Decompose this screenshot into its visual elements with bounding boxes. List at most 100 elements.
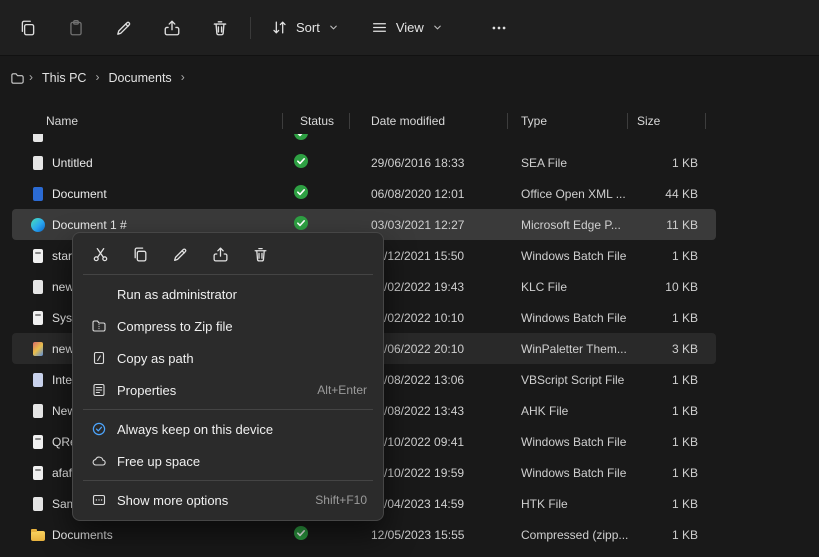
rename-icon: [115, 19, 133, 37]
view-icon: [371, 19, 388, 36]
onedrive-synced-icon: [293, 134, 309, 141]
file-type: Windows Batch File: [508, 311, 628, 325]
onedrive-synced-icon: [293, 153, 309, 169]
column-header-type[interactable]: Type: [508, 108, 628, 134]
file-explorer-window: Sort View: [0, 0, 819, 557]
file-type: Windows Batch File: [508, 435, 628, 449]
column-header-name[interactable]: Name: [12, 108, 283, 134]
delete-button[interactable]: [200, 11, 240, 45]
file-name: new: [52, 342, 74, 356]
file-row[interactable]: Untitled 29/06/2016 18:33 SEA File 1 KB: [12, 147, 716, 178]
file-type: AHK File: [508, 404, 628, 418]
copy-button[interactable]: [8, 11, 48, 45]
file-row[interactable]: Documents 12/05/2023 15:55 Compressed (z…: [12, 519, 716, 550]
file-size: 11 KB: [628, 218, 706, 232]
file-size: 1 KB: [628, 156, 706, 170]
file-row[interactable]: Document 06/08/2020 12:01 Office Open XM…: [12, 178, 716, 209]
show-more-options-icon: [89, 491, 109, 509]
file-type: Microsoft Edge P...: [508, 218, 628, 232]
file-type-icon: [30, 434, 46, 450]
file-date-modified: 29/06/2016 18:33: [350, 156, 508, 170]
context-menu: Run as administrator Compress to Zip fil…: [72, 232, 384, 521]
menu-item-run-as-administrator[interactable]: Run as administrator: [77, 278, 379, 310]
copy-as-path-icon: [89, 349, 109, 367]
ellipsis-icon: [490, 19, 508, 37]
column-headers: Name Status Date modified Type Size: [12, 108, 716, 134]
file-name: new: [52, 280, 74, 294]
breadcrumb-item-documents[interactable]: Documents: [101, 67, 178, 89]
menu-item-copy-as-path[interactable]: Copy as path: [77, 342, 379, 374]
file-name: afaf: [52, 466, 72, 480]
column-header-date-modified[interactable]: Date modified: [350, 108, 508, 134]
column-header-size[interactable]: Size: [628, 108, 706, 134]
quick-actions-row: [77, 237, 379, 271]
file-size: 1 KB: [628, 373, 706, 387]
file-size: 44 KB: [628, 187, 706, 201]
file-type: WinPaletter Them...: [508, 342, 628, 356]
menu-item-compress-to-zip[interactable]: Compress to Zip file: [77, 310, 379, 342]
file-name: Untitled: [52, 156, 93, 170]
cloud-icon: [89, 452, 109, 470]
menu-separator: [83, 409, 373, 410]
file-type: Compressed (zipp...: [508, 528, 628, 542]
scissors-icon: [92, 246, 109, 263]
file-name: Documents: [52, 528, 113, 542]
zip-folder-icon: [89, 317, 109, 335]
menu-item-properties[interactable]: Properties Alt+Enter: [77, 374, 379, 406]
share-icon: [212, 246, 229, 263]
file-date-modified: 06/08/2020 12:01: [350, 187, 508, 201]
file-name-cell: Document: [12, 186, 283, 202]
onedrive-synced-icon: [293, 184, 309, 200]
toolbar-divider: [250, 17, 251, 39]
file-type-icon: [30, 279, 46, 295]
file-name-cell: Untitled: [12, 155, 283, 171]
file-size: 1 KB: [628, 435, 706, 449]
file-size: 1 KB: [628, 404, 706, 418]
breadcrumb-item-this-pc[interactable]: This PC: [35, 67, 93, 89]
trash-icon: [211, 19, 229, 37]
menu-separator: [83, 480, 373, 481]
delete-button[interactable]: [245, 239, 276, 269]
file-type-icon: [30, 465, 46, 481]
chevron-down-icon: [328, 22, 339, 33]
file-name: star: [52, 249, 72, 263]
column-header-status[interactable]: Status: [283, 108, 350, 134]
share-button[interactable]: [152, 11, 192, 45]
rename-button[interactable]: [104, 11, 144, 45]
shortcut-hint: Alt+Enter: [317, 383, 367, 397]
file-size: 1 KB: [628, 528, 706, 542]
menu-separator: [83, 274, 373, 275]
menu-item-always-keep-on-device[interactable]: Always keep on this device: [77, 413, 379, 445]
file-name-cell: Document 1 #: [12, 217, 283, 233]
cut-button[interactable]: [85, 239, 116, 269]
copy-button[interactable]: [125, 239, 156, 269]
paste-icon: [67, 19, 85, 37]
file-size: 3 KB: [628, 342, 706, 356]
onedrive-synced-icon: [293, 215, 309, 231]
see-more-button[interactable]: [479, 11, 519, 45]
file-type-icon: [30, 372, 46, 388]
file-date-modified: 03/03/2021 12:27: [350, 218, 508, 232]
file-type-icon: [30, 496, 46, 512]
menu-item-free-up-space[interactable]: Free up space: [77, 445, 379, 477]
file-type: Windows Batch File: [508, 466, 628, 480]
rename-icon: [172, 246, 189, 263]
paste-button[interactable]: [56, 11, 96, 45]
file-type-icon: [30, 527, 46, 543]
file-type-icon: [30, 248, 46, 264]
onedrive-synced-icon: [293, 525, 309, 541]
share-button[interactable]: [205, 239, 236, 269]
file-row[interactable]: [12, 134, 716, 147]
file-status-cell: [283, 184, 350, 203]
sort-dropdown[interactable]: Sort: [261, 11, 349, 45]
file-size: 10 KB: [628, 280, 706, 294]
view-label: View: [396, 20, 424, 35]
copy-icon: [19, 19, 37, 37]
copy-icon: [132, 246, 149, 263]
menu-item-show-more-options[interactable]: Show more options Shift+F10: [77, 484, 379, 516]
view-dropdown[interactable]: View: [361, 11, 453, 45]
breadcrumb: › This PC › Documents ›: [0, 56, 819, 100]
file-type: Office Open XML ...: [508, 187, 628, 201]
file-status-cell: [283, 525, 350, 544]
rename-button[interactable]: [165, 239, 196, 269]
